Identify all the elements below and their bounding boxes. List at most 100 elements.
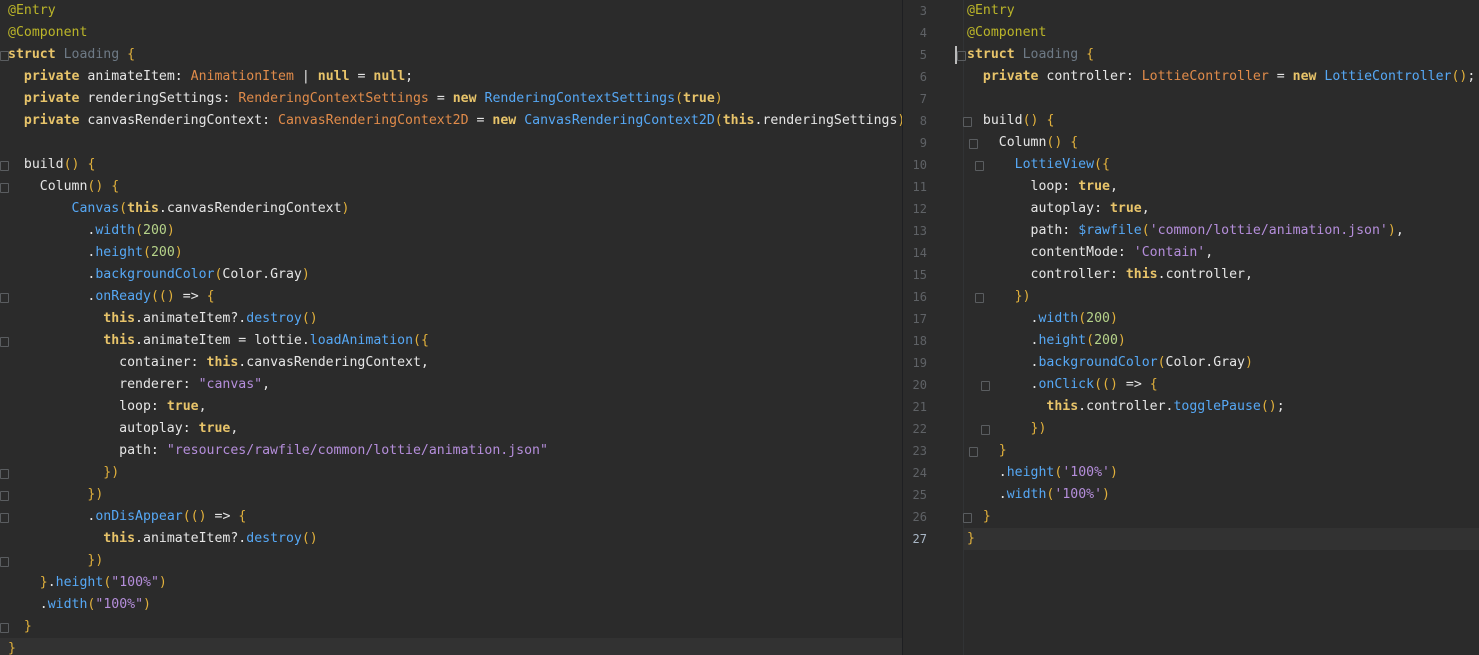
line-number: 16 (912, 290, 927, 304)
line-number: 25 (912, 488, 927, 502)
code-line[interactable]: loop: true, (8, 396, 206, 418)
fold-marker-icon[interactable] (0, 623, 9, 633)
code-line[interactable]: private renderingSettings: RenderingCont… (8, 88, 723, 110)
code-line[interactable]: .backgroundColor(Color.Gray) (8, 264, 309, 286)
line-number: 21 (912, 400, 927, 414)
fold-marker-icon[interactable] (981, 381, 990, 391)
current-line-highlight (964, 528, 1479, 550)
code-line[interactable]: Column() { (967, 132, 1078, 154)
line-number: 6 (919, 70, 927, 84)
fold-marker-icon[interactable] (963, 117, 972, 127)
code-line[interactable]: private canvasRenderingContext: CanvasRe… (8, 110, 902, 132)
line-number: 4 (919, 26, 927, 40)
code-line[interactable]: this.animateItem?.destroy() (8, 528, 317, 550)
code-line[interactable]: this.animateItem = lottie.loadAnimation(… (8, 330, 429, 352)
code-line[interactable]: struct Loading { (967, 44, 1094, 66)
line-number: 19 (912, 356, 927, 370)
code-line[interactable]: @Entry (967, 0, 1015, 22)
code-line[interactable]: .width(200) (8, 220, 174, 242)
code-line[interactable]: .onClick(() => { (967, 374, 1158, 396)
code-line[interactable]: }) (8, 462, 119, 484)
code-line[interactable]: }) (8, 550, 103, 572)
code-line[interactable]: private animateItem: AnimationItem | nul… (8, 66, 413, 88)
code-line[interactable]: .height(200) (967, 330, 1126, 352)
code-line[interactable]: .onReady(() => { (8, 286, 214, 308)
fold-marker-icon[interactable] (969, 447, 978, 457)
fold-marker-icon[interactable] (0, 161, 9, 171)
code-line[interactable]: }) (8, 484, 103, 506)
fold-marker-icon[interactable] (0, 557, 9, 567)
code-line[interactable]: .backgroundColor(Color.Gray) (967, 352, 1253, 374)
fold-marker-icon[interactable] (0, 183, 9, 193)
line-number: 17 (912, 312, 927, 326)
fold-marker-icon[interactable] (975, 293, 984, 303)
code-line[interactable]: path: "resources/rawfile/common/lottie/a… (8, 440, 548, 462)
code-line[interactable]: loop: true, (967, 176, 1118, 198)
code-line[interactable]: .width('100%') (967, 484, 1110, 506)
line-number: 20 (912, 378, 927, 392)
code-line[interactable]: autoplay: true, (8, 418, 238, 440)
code-line[interactable]: @Entry (8, 0, 56, 22)
code-line[interactable]: contentMode: 'Contain', (967, 242, 1214, 264)
line-number: 11 (912, 180, 927, 194)
code-line[interactable]: .width(200) (967, 308, 1118, 330)
fold-marker-icon[interactable] (969, 139, 978, 149)
line-number: 7 (919, 92, 927, 106)
fold-marker-icon[interactable] (975, 161, 984, 171)
code-line[interactable]: Column() { (8, 176, 119, 198)
fold-marker-icon[interactable] (981, 425, 990, 435)
line-number: 14 (912, 246, 927, 260)
code-line[interactable]: build() { (8, 154, 96, 176)
code-line[interactable]: renderer: "canvas", (8, 374, 270, 396)
line-number: 23 (912, 444, 927, 458)
fold-marker-icon[interactable] (957, 51, 966, 61)
code-line[interactable]: path: $rawfile('common/lottie/animation.… (967, 220, 1404, 242)
code-line[interactable]: } (8, 616, 32, 638)
code-line[interactable]: autoplay: true, (967, 198, 1150, 220)
fold-marker-icon[interactable] (0, 469, 9, 479)
code-line[interactable]: Canvas(this.canvasRenderingContext) (8, 198, 350, 220)
code-line[interactable]: container: this.canvasRenderingContext, (8, 352, 429, 374)
code-line[interactable]: } (8, 638, 16, 655)
text-cursor (955, 46, 957, 64)
line-number: 27 (912, 532, 927, 546)
gutter-separator (963, 0, 964, 655)
right-editor-pane[interactable]: 3 @Entry 4 @Component 5 struct Loading { 6 pri… (903, 0, 1479, 655)
code-line[interactable]: struct Loading { (8, 44, 135, 66)
code-line[interactable]: .width("100%") (8, 594, 151, 616)
line-number: 18 (912, 334, 927, 348)
code-line[interactable]: @Component (967, 22, 1046, 44)
code-line[interactable]: .height(200) (8, 242, 182, 264)
fold-marker-icon[interactable] (963, 513, 972, 523)
code-line[interactable]: .height('100%') (967, 462, 1118, 484)
fold-marker-icon[interactable] (0, 491, 9, 501)
line-number: 8 (919, 114, 927, 128)
code-line[interactable]: this.controller.togglePause(); (967, 396, 1284, 418)
code-line[interactable]: .onDisAppear(() => { (8, 506, 246, 528)
line-number: 9 (919, 136, 927, 150)
fold-marker-icon[interactable] (0, 337, 9, 347)
fold-marker-icon[interactable] (0, 293, 9, 303)
code-line[interactable]: }.height("100%") (8, 572, 167, 594)
code-line[interactable]: LottieView({ (967, 154, 1110, 176)
line-number: 22 (912, 422, 927, 436)
line-number: 10 (912, 158, 927, 172)
left-editor-pane[interactable]: @Entry @Component struct Loading { private… (0, 0, 902, 655)
code-line[interactable]: private controller: LottieController = n… (967, 66, 1475, 88)
line-number: 24 (912, 466, 927, 480)
code-line[interactable]: this.animateItem?.destroy() (8, 308, 317, 330)
line-number: 13 (912, 224, 927, 238)
current-line-highlight (0, 638, 902, 655)
code-line[interactable]: } (967, 528, 975, 550)
code-line[interactable]: }) (967, 418, 1047, 440)
fold-marker-icon[interactable] (0, 51, 9, 61)
line-number: 12 (912, 202, 927, 216)
code-line[interactable]: controller: this.controller, (967, 264, 1253, 286)
line-number: 5 (919, 48, 927, 62)
code-line[interactable]: build() { (967, 110, 1055, 132)
line-number: 15 (912, 268, 927, 282)
code-line[interactable]: @Component (8, 22, 87, 44)
line-number: 26 (912, 510, 927, 524)
fold-marker-icon[interactable] (0, 513, 9, 523)
line-number: 3 (919, 4, 927, 18)
